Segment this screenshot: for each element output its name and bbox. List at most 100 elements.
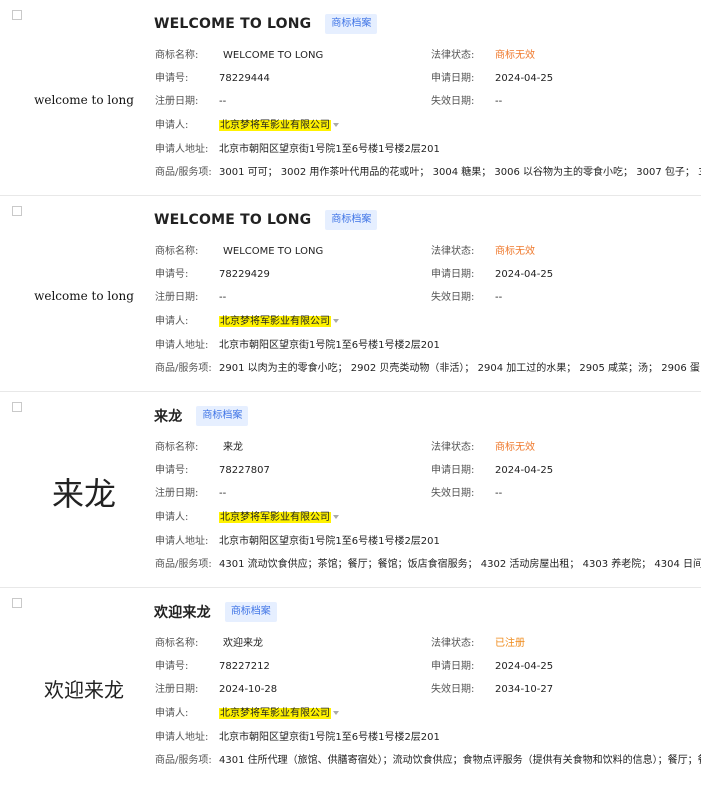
expire-date-value: -- [495, 488, 503, 499]
address-label: 申请人地址: [155, 536, 209, 547]
reg-date-value: 2024-10-28 [219, 684, 278, 695]
app-no-value: 78227807 [219, 465, 270, 476]
app-date-value: 2024-04-25 [495, 269, 554, 280]
reg-date-value: -- [219, 292, 227, 303]
reg-date-label: 注册日期: [155, 488, 199, 499]
reg-date-value: -- [219, 96, 227, 107]
goods-value: 3001 可可； 3002 用作茶叶代用品的花或叶； 3004 糖果； 3006… [219, 167, 701, 178]
trademark-image[interactable]: welcome to long [20, 24, 148, 176]
name-label: 商标名称: [155, 50, 199, 61]
app-no-value: 78229444 [219, 73, 270, 84]
title-row: 来龙 商标档案 [154, 404, 249, 428]
select-checkbox[interactable] [12, 402, 22, 412]
trademark-archive-tag[interactable]: 商标档案 [224, 602, 277, 622]
legal-status-value: 商标无效 [495, 246, 535, 257]
select-checkbox[interactable] [12, 206, 22, 216]
app-date-label: 申请日期: [431, 661, 475, 672]
trademark-image-text: welcome to long [34, 93, 134, 107]
app-date-value: 2024-04-25 [495, 465, 554, 476]
applicant-label: 申请人: [155, 512, 189, 523]
app-date-value: 2024-04-25 [495, 73, 554, 84]
name-value: 欢迎来龙 [223, 638, 263, 649]
select-checkbox[interactable] [12, 10, 22, 20]
app-no-label: 申请号: [155, 269, 189, 280]
applicant-link[interactable]: 北京梦将军影业有限公司 [219, 316, 331, 327]
app-no-label: 申请号: [155, 661, 189, 672]
applicant-value-wrap[interactable]: 北京梦将军影业有限公司 [219, 120, 339, 132]
expire-date-value: -- [495, 96, 503, 107]
trademark-card: 来龙 来龙 商标档案 商标名称: 来龙 法律状态: 商标无效 申请号: 7822… [0, 392, 701, 588]
goods-value: 4301 住所代理（旅馆、供膳寄宿处）；流动饮食供应；食物点评服务（提供有关食物… [219, 755, 701, 766]
trademark-card: welcome to long WELCOME TO LONG 商标档案 商标名… [0, 196, 701, 392]
app-no-value: 78229429 [219, 269, 270, 280]
name-label: 商标名称: [155, 246, 199, 257]
trademark-card: welcome to long WELCOME TO LONG 商标档案 商标名… [0, 0, 701, 196]
select-checkbox[interactable] [12, 598, 22, 608]
reg-date-label: 注册日期: [155, 684, 199, 695]
trademark-title[interactable]: WELCOME TO LONG [154, 16, 311, 32]
trademark-archive-tag[interactable]: 商标档案 [196, 406, 249, 426]
address-value: 北京市朝阳区望京街1号院1至6号楼1号楼2层201 [219, 536, 440, 547]
chevron-down-icon[interactable] [333, 515, 339, 519]
address-label: 申请人地址: [155, 340, 209, 351]
legal-status-label: 法律状态: [431, 246, 475, 257]
name-value: WELCOME TO LONG [223, 246, 324, 257]
goods-value: 2901 以肉为主的零食小吃； 2902 贝壳类动物（非活）； 2904 加工过… [219, 363, 701, 374]
trademark-image[interactable]: 来龙 [20, 416, 148, 568]
app-no-label: 申请号: [155, 73, 189, 84]
goods-label: 商品/服务项: [155, 167, 212, 178]
applicant-value-wrap[interactable]: 北京梦将军影业有限公司 [219, 316, 339, 328]
applicant-value-wrap[interactable]: 北京梦将军影业有限公司 [219, 512, 339, 524]
goods-value: 4301 流动饮食供应；茶馆；餐厅；餐馆；饭店食宿服务； 4302 活动房屋出租… [219, 559, 701, 570]
reg-date-label: 注册日期: [155, 292, 199, 303]
legal-status-value: 已注册 [495, 638, 525, 649]
trademark-image[interactable]: 欢迎来龙 [20, 612, 148, 764]
legal-status-value: 商标无效 [495, 50, 535, 61]
applicant-label: 申请人: [155, 120, 189, 131]
trademark-archive-tag[interactable]: 商标档案 [325, 14, 378, 34]
name-label: 商标名称: [155, 442, 199, 453]
goods-label: 商品/服务项: [155, 559, 212, 570]
legal-status-label: 法律状态: [431, 50, 475, 61]
trademark-image-text: 欢迎来龙 [44, 677, 124, 702]
applicant-value-wrap[interactable]: 北京梦将军影业有限公司 [219, 708, 339, 720]
address-value: 北京市朝阳区望京街1号院1至6号楼1号楼2层201 [219, 144, 440, 155]
app-date-label: 申请日期: [431, 73, 475, 84]
applicant-link[interactable]: 北京梦将军影业有限公司 [219, 512, 331, 523]
legal-status-label: 法律状态: [431, 638, 475, 649]
trademark-title[interactable]: WELCOME TO LONG [154, 212, 311, 228]
legal-status-label: 法律状态: [431, 442, 475, 453]
applicant-label: 申请人: [155, 316, 189, 327]
trademark-image[interactable]: welcome to long [20, 220, 148, 372]
app-date-label: 申请日期: [431, 269, 475, 280]
expire-date-label: 失效日期: [431, 292, 475, 303]
address-value: 北京市朝阳区望京街1号院1至6号楼1号楼2层201 [219, 340, 440, 351]
chevron-down-icon[interactable] [333, 711, 339, 715]
name-value: 来龙 [223, 442, 243, 453]
expire-date-value: 2034-10-27 [495, 684, 554, 695]
app-date-value: 2024-04-25 [495, 661, 554, 672]
goods-label: 商品/服务项: [155, 755, 212, 766]
app-no-value: 78227212 [219, 661, 270, 672]
expire-date-label: 失效日期: [431, 96, 475, 107]
trademark-title[interactable]: 来龙 [154, 406, 182, 426]
chevron-down-icon[interactable] [333, 123, 339, 127]
title-row: WELCOME TO LONG 商标档案 [154, 12, 378, 36]
chevron-down-icon[interactable] [333, 319, 339, 323]
address-label: 申请人地址: [155, 144, 209, 155]
expire-date-label: 失效日期: [431, 684, 475, 695]
trademark-title[interactable]: 欢迎来龙 [154, 602, 211, 622]
legal-status-value: 商标无效 [495, 442, 535, 453]
trademark-archive-tag[interactable]: 商标档案 [325, 210, 378, 230]
applicant-link[interactable]: 北京梦将军影业有限公司 [219, 120, 331, 131]
trademark-image-text: 来龙 [51, 475, 116, 513]
applicant-link[interactable]: 北京梦将军影业有限公司 [219, 708, 331, 719]
goods-label: 商品/服务项: [155, 363, 212, 374]
name-value: WELCOME TO LONG [223, 50, 324, 61]
title-row: 欢迎来龙 商标档案 [154, 600, 277, 624]
trademark-card: 欢迎来龙 欢迎来龙 商标档案 商标名称: 欢迎来龙 法律状态: 已注册 申请号:… [0, 588, 701, 789]
trademark-result-list: welcome to long WELCOME TO LONG 商标档案 商标名… [0, 0, 701, 789]
address-label: 申请人地址: [155, 732, 209, 743]
title-row: WELCOME TO LONG 商标档案 [154, 208, 378, 232]
reg-date-label: 注册日期: [155, 96, 199, 107]
